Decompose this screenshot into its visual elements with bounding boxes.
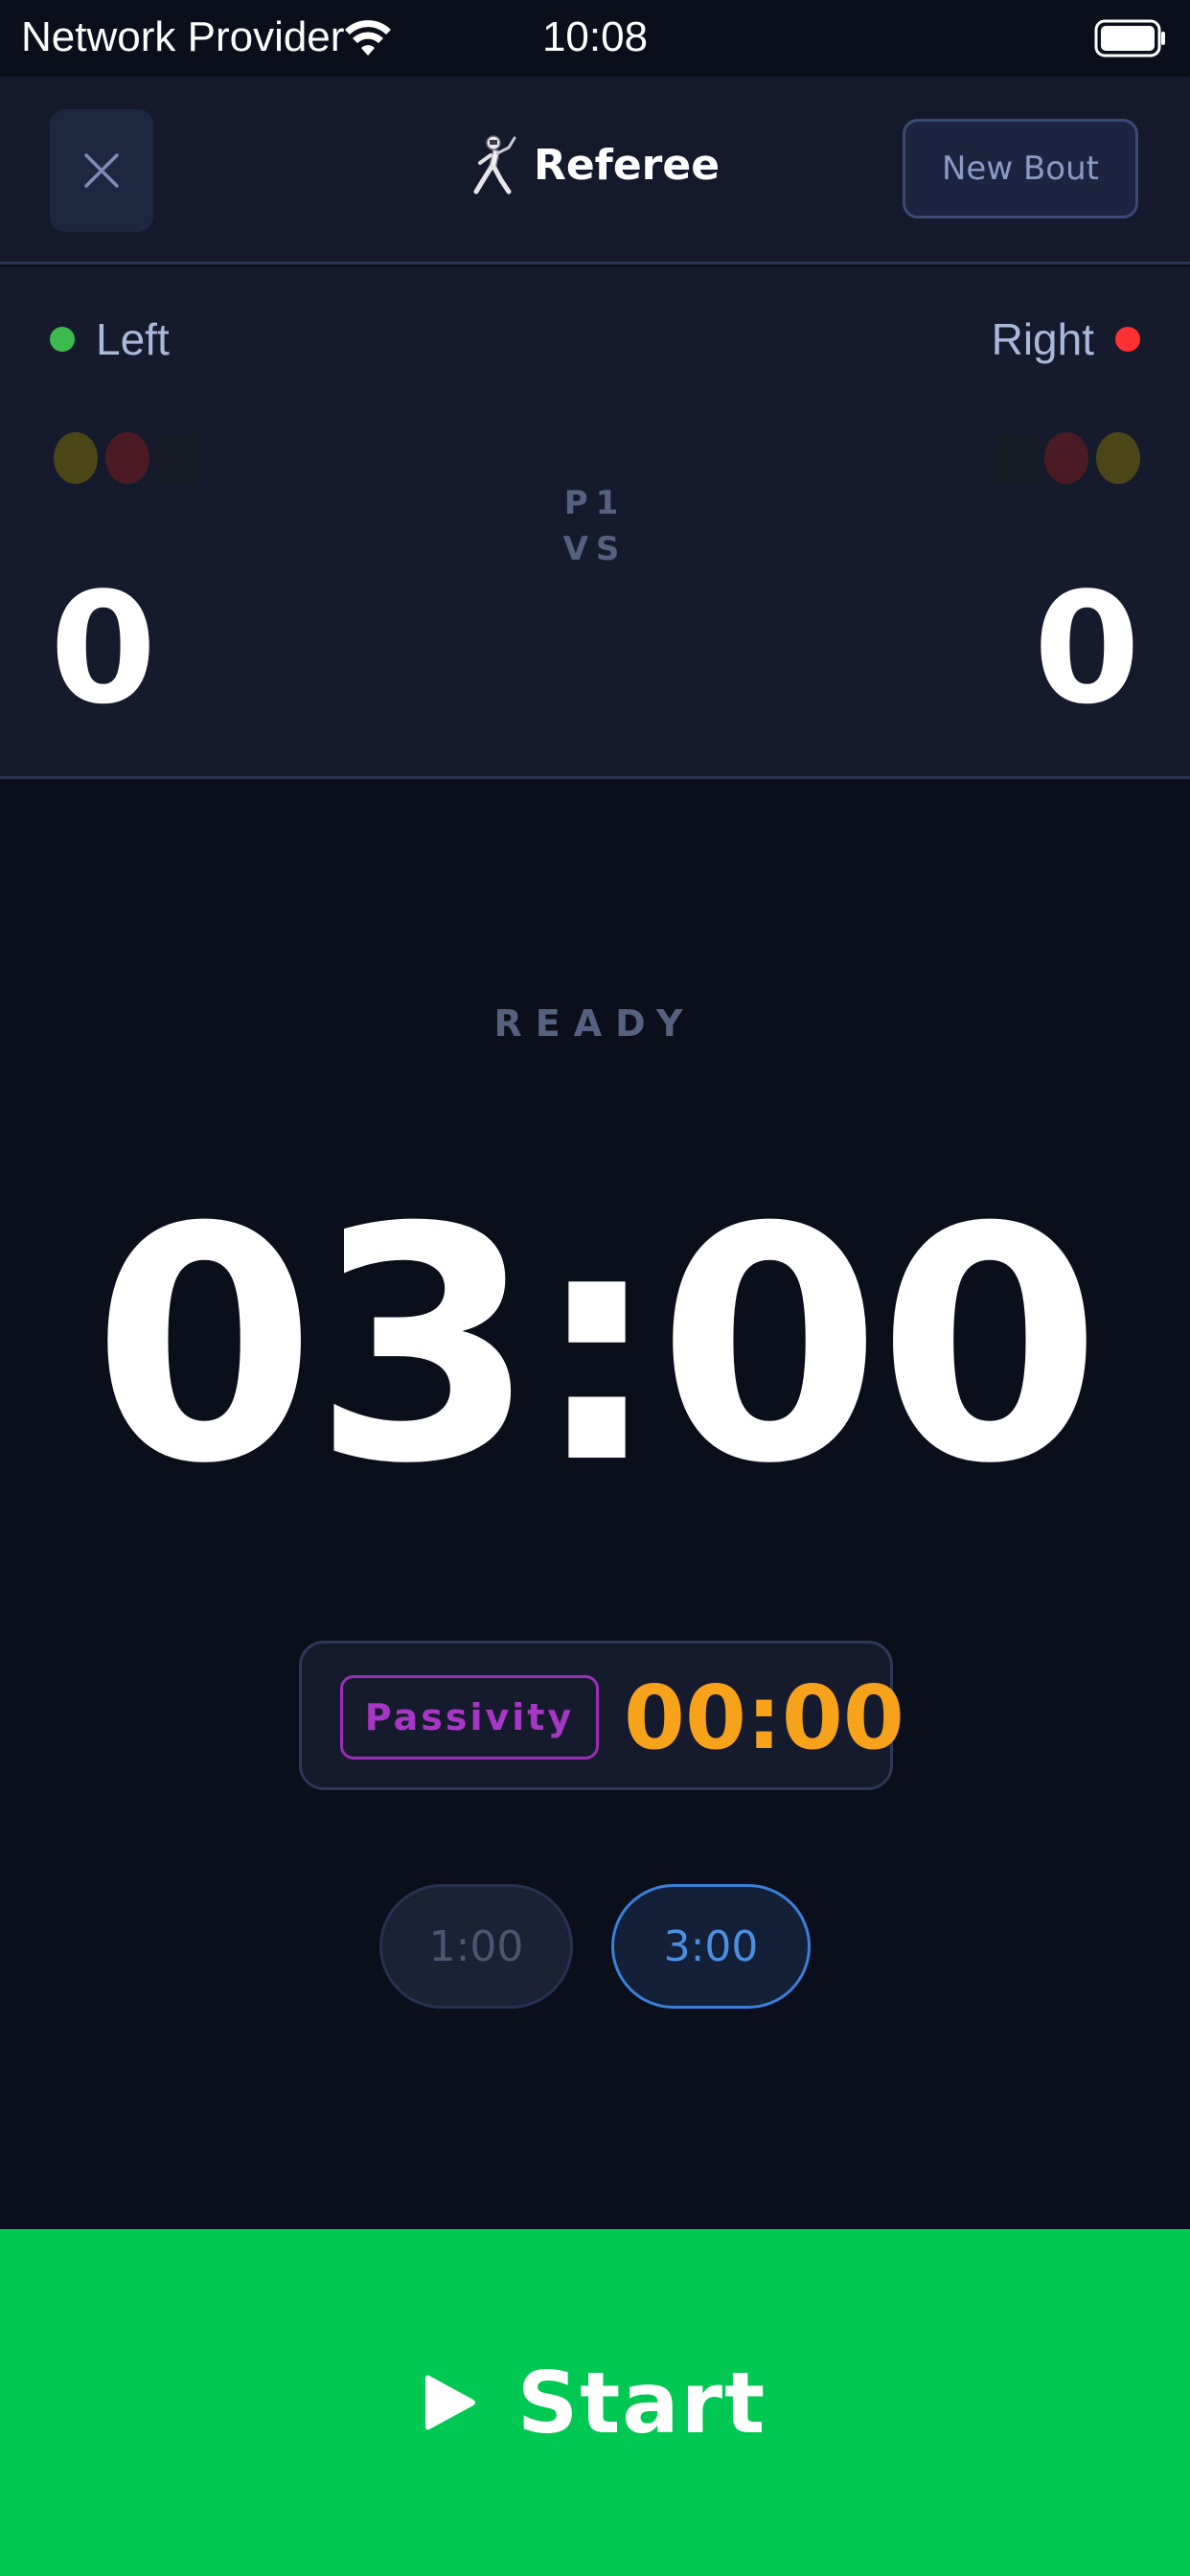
passivity-timer: 00:00 bbox=[624, 1667, 904, 1769]
passivity-panel: Passivity 00:00 bbox=[299, 1641, 904, 1790]
right-score[interactable]: 0 bbox=[1034, 572, 1140, 725]
period-indicator: P1 VS bbox=[0, 480, 1190, 572]
start-button[interactable]: Start bbox=[0, 2229, 1190, 2576]
left-red-card-button[interactable] bbox=[105, 432, 149, 484]
fencer-left-name: Left bbox=[96, 314, 170, 364]
app-header: Referee New Bout bbox=[0, 77, 1190, 264]
referee-screen: Network Provider 10:08 Referee New Bout … bbox=[0, 0, 1190, 2576]
fencer-right-name: Right bbox=[991, 314, 1094, 364]
fencer-left-header: Left bbox=[50, 313, 170, 365]
left-black-card-button[interactable] bbox=[157, 433, 199, 483]
left-yellow-card-button[interactable] bbox=[54, 432, 98, 484]
left-score[interactable]: 0 bbox=[50, 572, 156, 725]
right-red-card-button[interactable] bbox=[1044, 432, 1088, 484]
play-icon bbox=[424, 2375, 475, 2430]
fencer-right-header: Right bbox=[992, 313, 1140, 365]
preset-3-min-button[interactable]: 3:00 bbox=[611, 1884, 811, 2009]
title-label: Referee bbox=[533, 140, 721, 190]
right-black-card-button[interactable] bbox=[995, 433, 1037, 483]
left-cards bbox=[54, 432, 199, 484]
right-light-indicator bbox=[1115, 327, 1140, 352]
period-label: P1 bbox=[563, 484, 627, 522]
new-bout-button[interactable]: New Bout bbox=[903, 119, 1138, 218]
preset-1-min-button[interactable]: 1:00 bbox=[379, 1884, 573, 2009]
bout-timer[interactable]: 03:00 bbox=[0, 1186, 1190, 1508]
scoreboard: Left Right P1 VS 0 0 bbox=[0, 267, 1190, 779]
right-yellow-card-button[interactable] bbox=[1096, 432, 1140, 484]
vs-label: VS bbox=[562, 530, 628, 568]
right-cards bbox=[995, 432, 1140, 484]
left-light-indicator bbox=[50, 327, 75, 352]
battery-icon bbox=[1094, 19, 1165, 58]
fencer-icon bbox=[473, 135, 516, 195]
status-bar: Network Provider 10:08 bbox=[0, 0, 1190, 77]
timer-state: READY bbox=[493, 1002, 697, 1045]
status-time: 10:08 bbox=[541, 13, 649, 60]
passivity-label: Passivity bbox=[340, 1675, 599, 1760]
start-label: Start bbox=[516, 2353, 767, 2452]
